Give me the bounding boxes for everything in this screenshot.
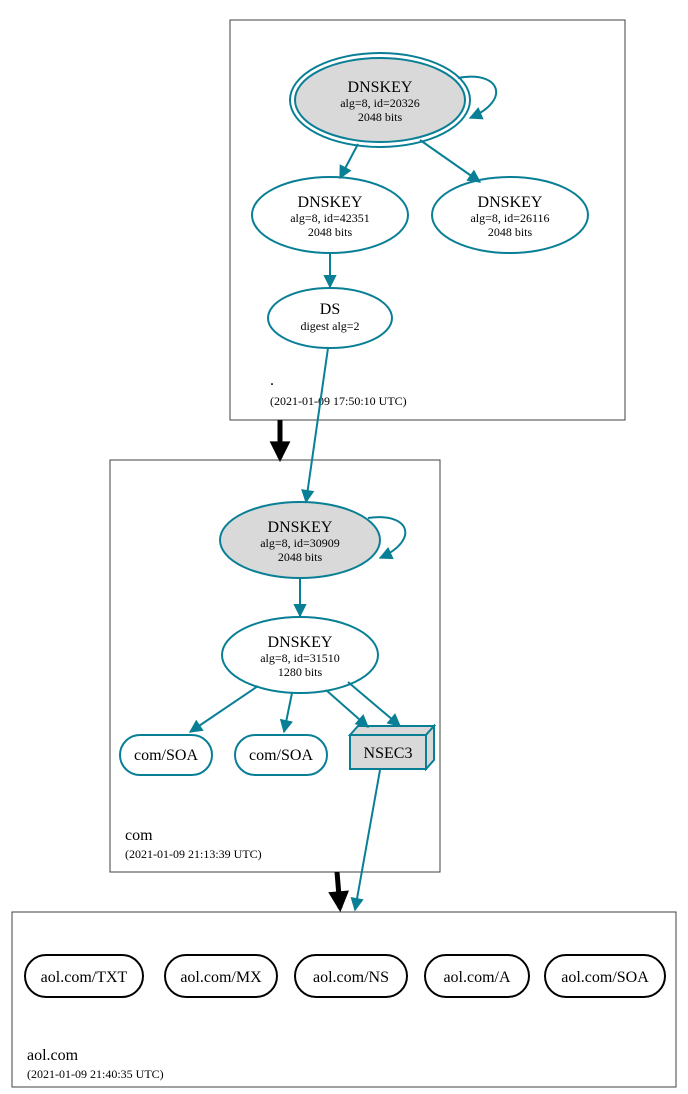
node-com-soa-2: com/SOA [235,735,327,775]
svg-text:2048 bits: 2048 bits [278,550,323,564]
svg-text:2048 bits: 2048 bits [358,110,403,124]
zone-aol-timestamp: (2021-01-09 21:40:35 UTC) [27,1067,164,1081]
node-root-ds: DS digest alg=2 [268,288,392,348]
svg-text:alg=8, id=42351: alg=8, id=42351 [290,211,370,225]
svg-text:com/SOA: com/SOA [134,747,198,764]
edge-rootksk-zsk2 [420,140,480,182]
edge-comzsk-nsec3b [348,682,400,726]
edge-comzsk-soa1 [190,686,258,732]
edge-comzsk-soa2 [284,693,292,732]
node-root-zsk1: DNSKEY alg=8, id=42351 2048 bits [252,177,408,253]
zone-com-timestamp: (2021-01-09 21:13:39 UTC) [125,847,262,861]
edge-nsec3-aol [355,770,380,910]
svg-text:digest alg=2: digest alg=2 [300,319,359,333]
svg-text:aol.com/A: aol.com/A [443,969,511,986]
svg-text:aol.com/MX: aol.com/MX [180,969,262,986]
svg-text:2048 bits: 2048 bits [308,225,353,239]
node-aol-soa: aol.com/SOA [545,955,665,997]
svg-text:DS: DS [320,301,340,318]
svg-text:alg=8, id=31510: alg=8, id=31510 [260,651,340,665]
zone-root-label: . [270,372,274,389]
svg-text:alg=8, id=30909: alg=8, id=30909 [260,536,340,550]
node-aol-mx: aol.com/MX [165,955,277,997]
svg-text:DNSKEY: DNSKEY [298,194,363,211]
svg-text:DNSKEY: DNSKEY [478,194,543,211]
zone-com-label: com [125,827,153,844]
node-root-zsk2: DNSKEY alg=8, id=26116 2048 bits [432,177,588,253]
svg-text:2048 bits: 2048 bits [488,225,533,239]
svg-text:DNSKEY: DNSKEY [268,634,333,651]
node-com-zsk: DNSKEY alg=8, id=31510 1280 bits [222,617,378,693]
node-aol-ns: aol.com/NS [295,955,407,997]
svg-text:NSEC3: NSEC3 [364,745,413,762]
svg-text:DNSKEY: DNSKEY [348,79,413,96]
zone-aol-label: aol.com [27,1047,79,1064]
node-com-soa-1: com/SOA [120,735,212,775]
node-root-ksk: DNSKEY alg=8, id=20326 2048 bits [290,53,470,147]
edge-ds-comksk [306,348,328,502]
zone-aol: aol.com (2021-01-09 21:40:35 UTC) [12,912,676,1087]
svg-text:aol.com/TXT: aol.com/TXT [41,969,128,986]
edge-comzsk-nsec3a [326,690,368,727]
svg-text:DNSKEY: DNSKEY [268,519,333,536]
node-com-ksk: DNSKEY alg=8, id=30909 2048 bits [220,502,380,578]
zone-root-timestamp: (2021-01-09 17:50:10 UTC) [270,394,407,408]
node-aol-txt: aol.com/TXT [25,955,143,997]
node-aol-a: aol.com/A [425,955,529,997]
svg-text:alg=8, id=26116: alg=8, id=26116 [470,211,549,225]
svg-text:aol.com/SOA: aol.com/SOA [561,969,649,986]
svg-text:aol.com/NS: aol.com/NS [313,969,389,986]
svg-text:com/SOA: com/SOA [249,747,313,764]
svg-text:alg=8, id=20326: alg=8, id=20326 [340,96,420,110]
svg-text:1280 bits: 1280 bits [278,665,323,679]
node-nsec3: NSEC3 [350,726,434,769]
edge-rootksk-zsk1 [340,144,358,178]
edge-com-to-aol [337,872,340,908]
